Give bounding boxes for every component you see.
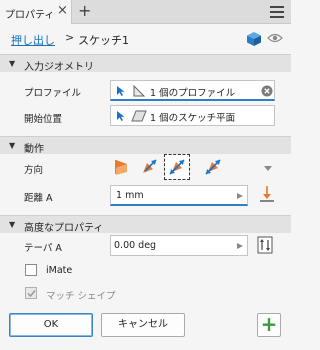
close-icon[interactable]: × [57, 4, 68, 18]
distance-direction-icon[interactable] [258, 185, 276, 205]
profile-label: プロファイル [24, 88, 82, 99]
ok-button[interactable]: OK [9, 313, 93, 337]
tab-bar: プロパティ × + [0, 0, 291, 24]
add-feature-button[interactable]: + [257, 313, 281, 337]
taper-value: 0.00 deg [114, 240, 157, 251]
collapse-icon: ▼ [9, 141, 16, 150]
start-value: 1 個のスケッチ平面 [150, 113, 236, 124]
section-behavior[interactable]: ▼ 動作 [0, 136, 291, 155]
dropdown-chevron-icon[interactable] [264, 166, 272, 172]
start-label: 開始位置 [24, 114, 63, 125]
distance-label: 距離 A [24, 193, 53, 204]
match-shape-label: マッチ シェイプ [46, 291, 116, 302]
collapse-icon: ▼ [9, 220, 16, 229]
breadcrumb-separator: > [65, 31, 75, 44]
direction-symmetric-button[interactable] [164, 154, 190, 180]
breadcrumb-current: スケッチ1 [78, 34, 129, 47]
section-title: 動作 [24, 144, 44, 155]
select-arrow-icon [117, 111, 125, 121]
taper-flip-icon[interactable] [257, 236, 273, 254]
taper-input[interactable]: 0.00 deg [110, 235, 248, 256]
taper-label: テーパ A [24, 243, 62, 254]
add-tab-icon[interactable]: + [78, 2, 91, 20]
direction-asymmetric-icon[interactable] [203, 157, 223, 177]
clear-icon[interactable] [261, 85, 273, 97]
checkmark-icon [27, 290, 36, 298]
collapse-icon: ▼ [9, 59, 16, 68]
section-input-geometry[interactable]: ▼ 入力ジオメトリ [0, 54, 291, 73]
direction-symmetric-icon [169, 159, 185, 175]
eye-icon[interactable] [267, 33, 283, 43]
section-title: 高度なプロパティ [24, 223, 104, 234]
cube-icon[interactable] [246, 31, 262, 47]
section-advanced[interactable]: ▼ 高度なプロパティ [0, 215, 291, 234]
select-arrow-icon [117, 86, 125, 96]
direction-flipped-icon[interactable] [139, 157, 159, 177]
value-menu-icon[interactable] [237, 243, 243, 249]
menu-icon[interactable] [270, 6, 284, 18]
direction-label: 方向 [24, 165, 44, 176]
distance-input[interactable]: 1 mm [110, 185, 248, 206]
breadcrumb-extrude-link[interactable]: 押し出し [11, 32, 55, 48]
profile-selector[interactable]: 1 個のプロファイル [110, 80, 275, 101]
section-title: 入力ジオメトリ [24, 62, 94, 73]
direction-default-icon[interactable] [112, 157, 132, 177]
imate-label: iMate [46, 265, 73, 276]
profile-icon [133, 85, 146, 97]
cancel-button[interactable]: キャンセル [101, 313, 185, 337]
breadcrumb: 押し出し > スケッチ1 [0, 24, 291, 54]
value-menu-icon[interactable] [237, 193, 243, 199]
tab-label: プロパティ [5, 10, 55, 21]
match-shape-checkbox[interactable] [25, 287, 37, 299]
imate-checkbox[interactable] [25, 264, 37, 276]
distance-value: 1 mm [116, 190, 144, 201]
start-selector[interactable]: 1 個のスケッチ平面 [110, 105, 275, 126]
sketch-plane-icon [131, 110, 147, 122]
tab-properties[interactable]: プロパティ × [0, 0, 72, 24]
profile-value: 1 個のプロファイル [150, 88, 236, 99]
